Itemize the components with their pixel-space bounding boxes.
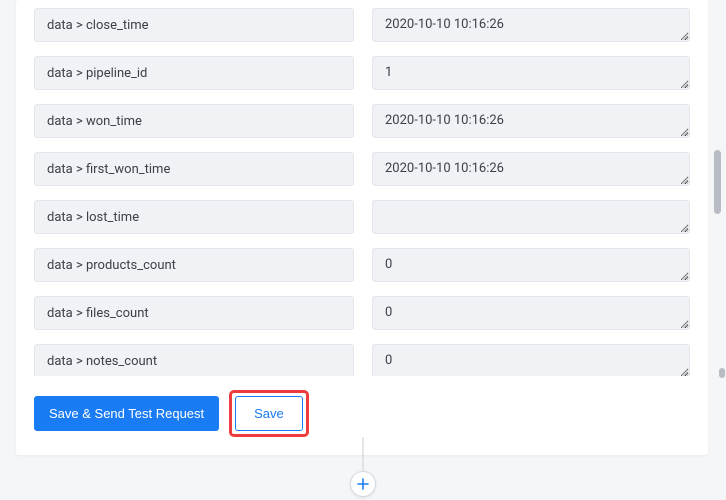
field-key[interactable]: data > files_count bbox=[34, 296, 354, 330]
field-row: data > first_won_time 2020-10-10 10:16:2… bbox=[34, 152, 690, 186]
field-key[interactable]: data > close_time bbox=[34, 8, 354, 42]
field-value[interactable]: 1 bbox=[372, 56, 690, 90]
field-row: data > won_time 2020-10-10 10:16:26 bbox=[34, 104, 690, 138]
field-row: data > files_count 0 bbox=[34, 296, 690, 330]
field-key[interactable]: data > lost_time bbox=[34, 200, 354, 234]
field-key[interactable]: data > products_count bbox=[34, 248, 354, 282]
field-key[interactable]: data > pipeline_id bbox=[34, 56, 354, 90]
field-value[interactable]: 0 bbox=[372, 248, 690, 282]
save-button[interactable]: Save bbox=[235, 396, 303, 431]
field-value[interactable]: 0 bbox=[372, 296, 690, 330]
field-value[interactable]: 2020-10-10 10:16:26 bbox=[372, 8, 690, 42]
field-key[interactable]: data > first_won_time bbox=[34, 152, 354, 186]
field-row: data > lost_time bbox=[34, 200, 690, 234]
save-send-test-button[interactable]: Save & Send Test Request bbox=[34, 396, 219, 431]
flow-connector-line bbox=[363, 437, 364, 473]
field-value[interactable]: 2020-10-10 10:16:26 bbox=[372, 104, 690, 138]
field-row: data > pipeline_id 1 bbox=[34, 56, 690, 90]
field-value[interactable] bbox=[372, 200, 690, 234]
field-key[interactable]: data > won_time bbox=[34, 104, 354, 138]
save-button-highlight: Save bbox=[229, 390, 309, 437]
field-row: data > close_time 2020-10-10 10:16:26 bbox=[34, 8, 690, 42]
field-key[interactable]: data > notes_count bbox=[34, 344, 354, 376]
field-value[interactable]: 0 bbox=[372, 344, 690, 376]
field-row: data > products_count 0 bbox=[34, 248, 690, 282]
outer-scrollbar-thumb[interactable] bbox=[719, 368, 725, 378]
field-row: data > notes_count 0 bbox=[34, 344, 690, 376]
config-panel: data > close_time 2020-10-10 10:16:26 da… bbox=[16, 0, 708, 455]
add-step-button[interactable] bbox=[350, 471, 376, 497]
fields-scroll-area: data > close_time 2020-10-10 10:16:26 da… bbox=[16, 0, 708, 376]
plus-icon bbox=[357, 478, 369, 490]
inner-scrollbar-thumb[interactable] bbox=[714, 150, 721, 214]
field-value[interactable]: 2020-10-10 10:16:26 bbox=[372, 152, 690, 186]
actions-bar: Save & Send Test Request Save bbox=[16, 376, 708, 437]
